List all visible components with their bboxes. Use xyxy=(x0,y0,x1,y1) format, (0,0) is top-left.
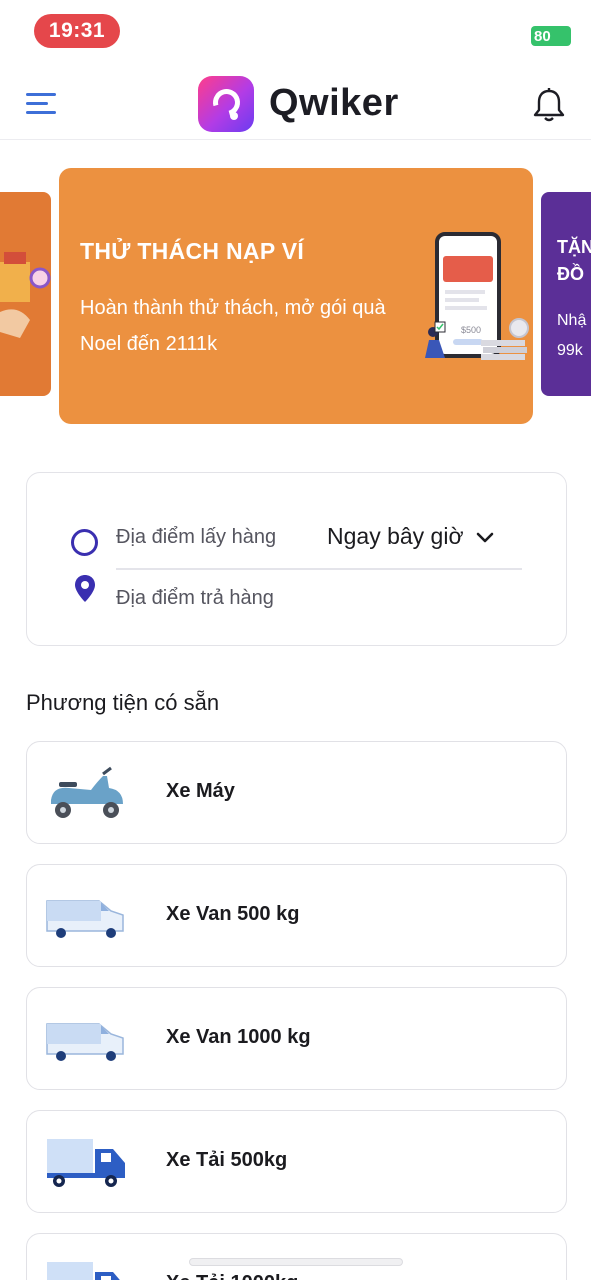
route-card: Địa điểm lấy hàng Ngay bây giờ Địa điểm … xyxy=(26,472,567,646)
person-illustration-icon xyxy=(425,321,446,358)
route-divider xyxy=(116,568,522,570)
vehicle-label: Xe Van 500 kg xyxy=(166,903,300,925)
notification-bell-icon[interactable] xyxy=(530,86,568,124)
truck-icon xyxy=(47,1139,125,1187)
banner-next-title: TẶN ĐỒ xyxy=(557,237,591,284)
banner-prev-peek[interactable] xyxy=(0,192,51,396)
battery-indicator: 80 xyxy=(531,26,571,46)
banner-title: THỬ THÁCH NẠP VÍ xyxy=(80,238,305,264)
banner-description: Hoàn thành thử thách, mở gói quà Noel đế… xyxy=(80,297,386,355)
vehicle-option-van-500[interactable]: Xe Van 500 kg xyxy=(26,864,567,967)
menu-icon[interactable] xyxy=(26,93,56,115)
vehicle-option-van-1000[interactable]: Xe Van 1000 kg xyxy=(26,987,567,1090)
app-logo-icon xyxy=(198,76,254,132)
home-indicator xyxy=(189,1258,403,1266)
vehicle-option-truck-1000[interactable]: Xe Tải 1000kg xyxy=(26,1233,567,1280)
vehicle-label: Xe Van 1000 kg xyxy=(166,1026,311,1048)
pickup-location-field[interactable]: Địa điểm lấy hàng xyxy=(116,526,276,549)
banner-next-description: Nhậ 99k xyxy=(557,312,587,359)
app-name: Qwiker xyxy=(269,82,399,124)
vehicle-label: Xe Tải 1000kg xyxy=(166,1272,298,1280)
scooter-icon xyxy=(51,766,123,818)
status-time: 19:31 xyxy=(34,14,120,48)
van-icon xyxy=(46,900,124,938)
app-header: Qwiker xyxy=(0,66,591,140)
chevron-down-icon xyxy=(476,532,493,542)
pickup-time-select[interactable]: Ngay bây giờ xyxy=(327,523,496,550)
vehicle-option-truck-500[interactable]: Xe Tải 500kg xyxy=(26,1110,567,1213)
location-pin-icon xyxy=(75,575,95,602)
truck-icon xyxy=(47,1262,120,1280)
coin-stack-icon xyxy=(481,318,529,360)
pickup-time-value: Ngay bây giờ xyxy=(327,523,464,549)
vehicle-label: Xe Máy xyxy=(166,780,235,802)
vehicles-section-title: Phương tiện có sẵn xyxy=(26,690,220,715)
banner-next-peek[interactable]: TẶN ĐỒ Nhậ 99k xyxy=(541,192,591,396)
vehicle-label: Xe Tải 500kg xyxy=(166,1149,288,1171)
pickup-circle-icon xyxy=(71,529,98,556)
dropoff-location-field[interactable]: Địa điểm trả hàng xyxy=(116,587,274,610)
van-icon xyxy=(46,1023,124,1061)
promo-banner[interactable]: THỬ THÁCH NẠP VÍ Hoàn thành thử thách, m… xyxy=(59,168,533,424)
vehicle-option-scooter[interactable]: Xe Máy xyxy=(26,741,567,844)
promo-illustration-icon xyxy=(0,252,51,338)
